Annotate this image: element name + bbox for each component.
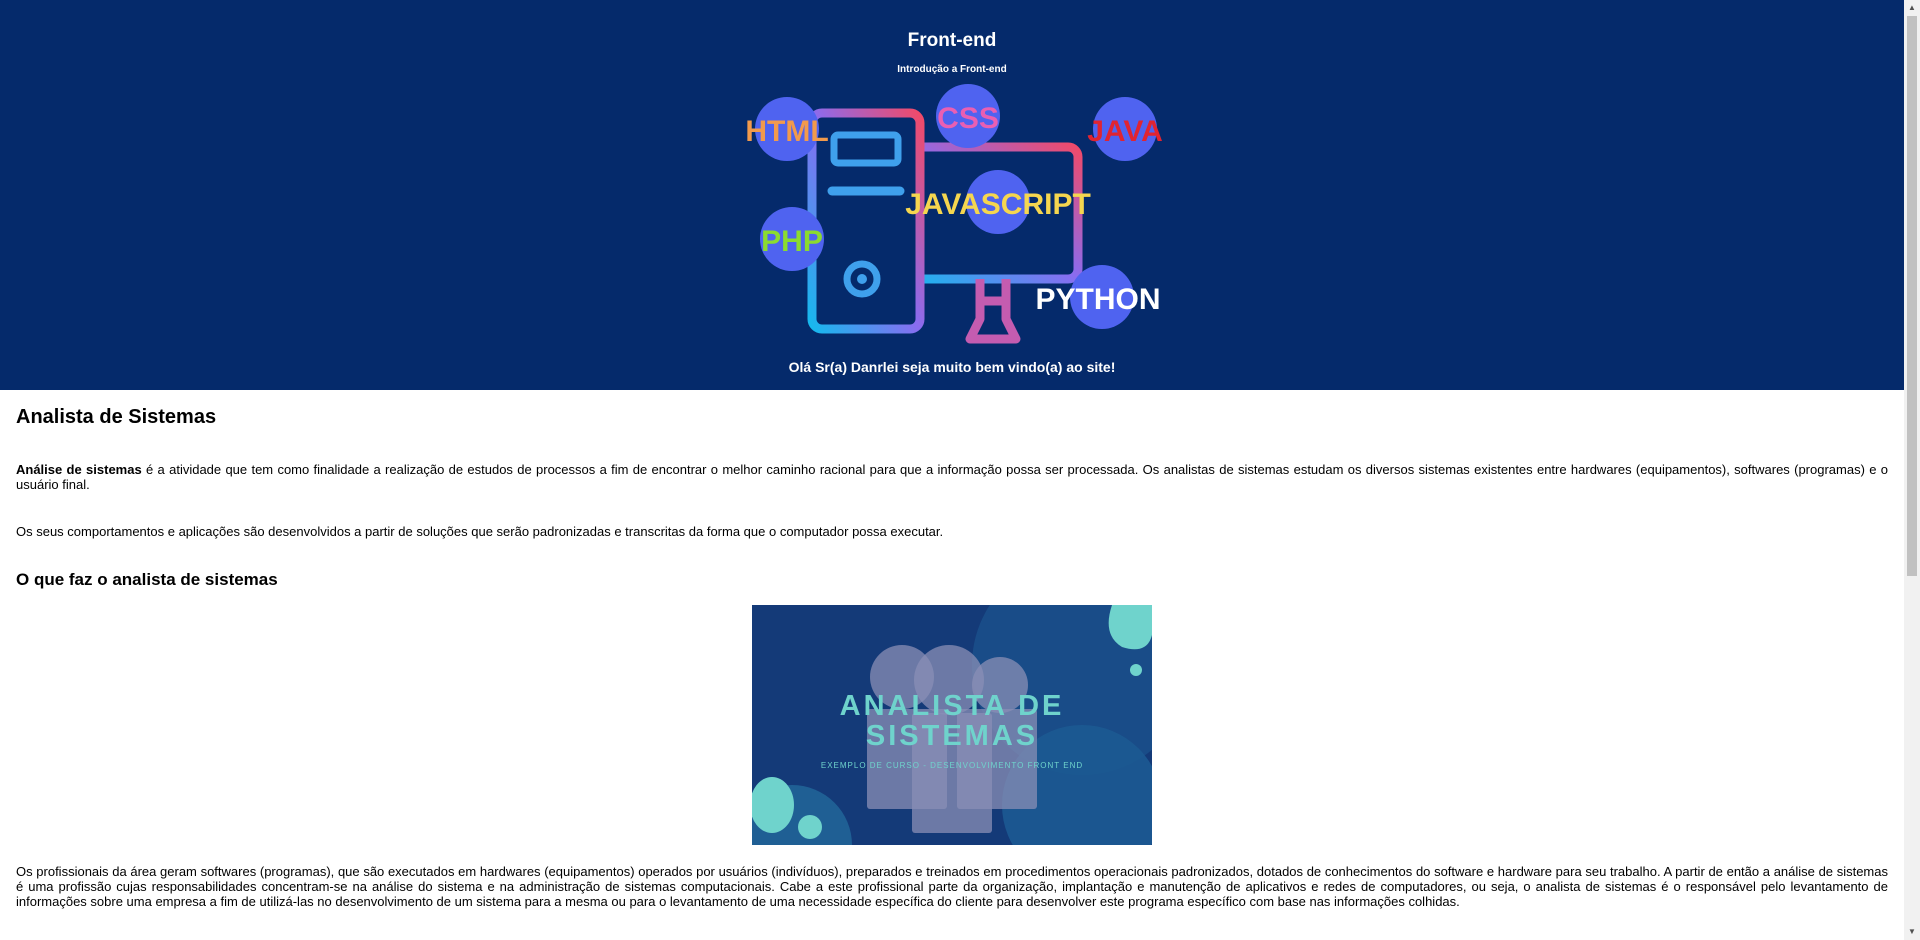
java-badge-label: JAVA (1087, 115, 1163, 148)
analista-figure: ANALISTA DE SISTEMAS EXEMPLO DE CURSO - … (752, 605, 1152, 845)
javascript-badge-label: JAVASCRIPT (905, 188, 1091, 221)
css-badge-label: CSS (937, 102, 999, 135)
scroll-thumb[interactable] (1907, 16, 1917, 576)
section-heading: Analista de Sistemas (16, 406, 217, 428)
scroll-down-icon[interactable]: ▼ (1904, 924, 1920, 940)
main-content: Analista de Sistemas Análise de sistemas… (0, 406, 1904, 909)
intro-text: é a atividade que tem como finalidade a … (16, 462, 1889, 492)
page: Front-end Introdução a Front-end HTML CS… (0, 0, 1904, 940)
php-badge-label: PHP (761, 225, 823, 258)
site-header: Front-end Introdução a Front-end HTML CS… (0, 0, 1904, 390)
welcome-message: Olá Sr(a) Danrlei seja muito bem vindo(a… (788, 359, 1116, 375)
figure-caption: EXEMPLO DE CURSO - DESENVOLVIMENTO FRONT… (821, 761, 1083, 770)
scroll-up-icon[interactable]: ▲ (1904, 0, 1920, 16)
site-title: Front-end (907, 30, 997, 51)
profession-paragraph: Os profissionais da área geram softwares… (16, 864, 1888, 909)
python-badge-label: PYTHON (1035, 283, 1160, 316)
intro-paragraph: Análise de sistemas é a atividade que te… (16, 462, 1888, 492)
figure-title-line1: ANALISTA DE (840, 690, 1065, 722)
html-badge-label: HTML (745, 115, 828, 148)
intro-strong: Análise de sistemas (16, 462, 142, 477)
hero-illustration: HTML CSS JAVA JAVASCRIPT PHP PYTHON (732, 79, 1172, 359)
vertical-scrollbar[interactable]: ▲ ▼ (1904, 0, 1920, 940)
site-subtitle: Introdução a Front-end (897, 64, 1007, 75)
figure-title-line2: SISTEMAS (866, 720, 1038, 752)
behavior-paragraph: Os seus comportamentos e aplicações são … (16, 524, 944, 539)
subsection-heading: O que faz o analista de sistemas (16, 570, 278, 589)
